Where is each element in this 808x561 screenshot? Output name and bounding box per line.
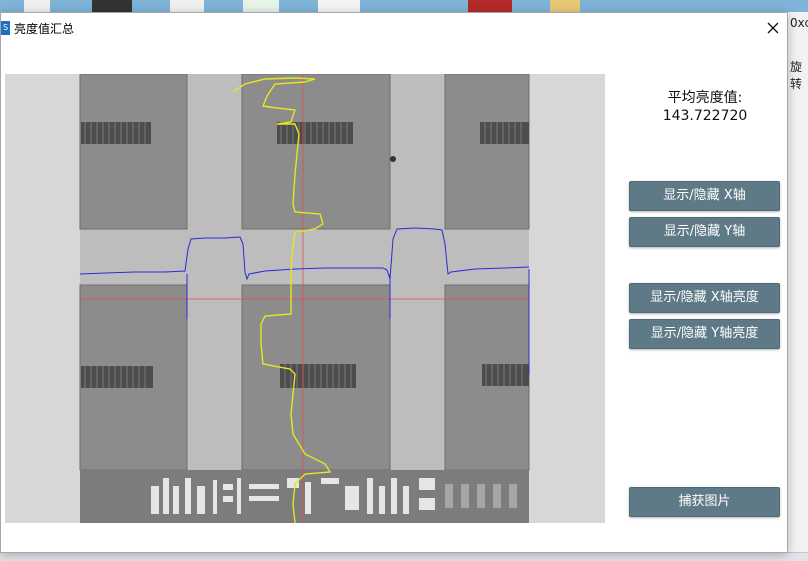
toggle-y-axis-button[interactable]: 显示/隐藏 Y轴 xyxy=(629,217,780,247)
desktop-icon-2 xyxy=(92,0,132,12)
desktop-icon-7 xyxy=(550,0,580,12)
background-text-2: 旋转 xyxy=(790,60,803,91)
app-icon: S xyxy=(1,21,10,35)
background-text-1: 0xc xyxy=(790,16,808,30)
close-icon xyxy=(767,22,779,34)
bright-band-horizontal xyxy=(80,229,529,285)
brightness-image xyxy=(79,74,530,523)
pad-top-center xyxy=(241,74,391,230)
bright-band-vertical-1 xyxy=(187,74,242,470)
background-window-edge: 0xc 旋转 xyxy=(787,12,808,561)
background-window-bottom xyxy=(0,552,808,561)
desktop-icon-6 xyxy=(468,0,512,12)
desktop-taskbar-strip xyxy=(0,0,808,12)
toggle-x-brightness-button[interactable]: 显示/隐藏 X轴亮度 xyxy=(629,283,780,313)
desktop-icon-3 xyxy=(170,0,204,12)
desktop-icon-4 xyxy=(243,0,279,12)
toggle-x-axis-button[interactable]: 显示/隐藏 X轴 xyxy=(629,181,780,211)
average-brightness-value: 143.722720 xyxy=(662,108,748,124)
dust-speck xyxy=(390,156,396,162)
image-viewer[interactable] xyxy=(5,74,605,523)
pad-top-left xyxy=(79,74,188,230)
bright-band-vertical-2 xyxy=(390,74,445,470)
toggle-y-brightness-button[interactable]: 显示/隐藏 Y轴亮度 xyxy=(629,319,780,349)
desktop-icon-5 xyxy=(318,0,360,12)
close-button[interactable] xyxy=(758,13,788,43)
average-brightness-label: 平均亮度值: xyxy=(667,90,743,106)
title-bar[interactable]: S 亮度值汇总 xyxy=(1,13,787,43)
capture-image-button[interactable]: 捕获图片 xyxy=(629,487,780,517)
window-title: 亮度值汇总 xyxy=(14,22,75,36)
desktop-icon-1 xyxy=(24,0,50,12)
pad-top-right xyxy=(444,74,530,230)
brightness-summary-dialog: S 亮度值汇总 平均亮度值: 143.722720 显示/隐藏 X轴 显示/隐藏… xyxy=(0,12,788,553)
